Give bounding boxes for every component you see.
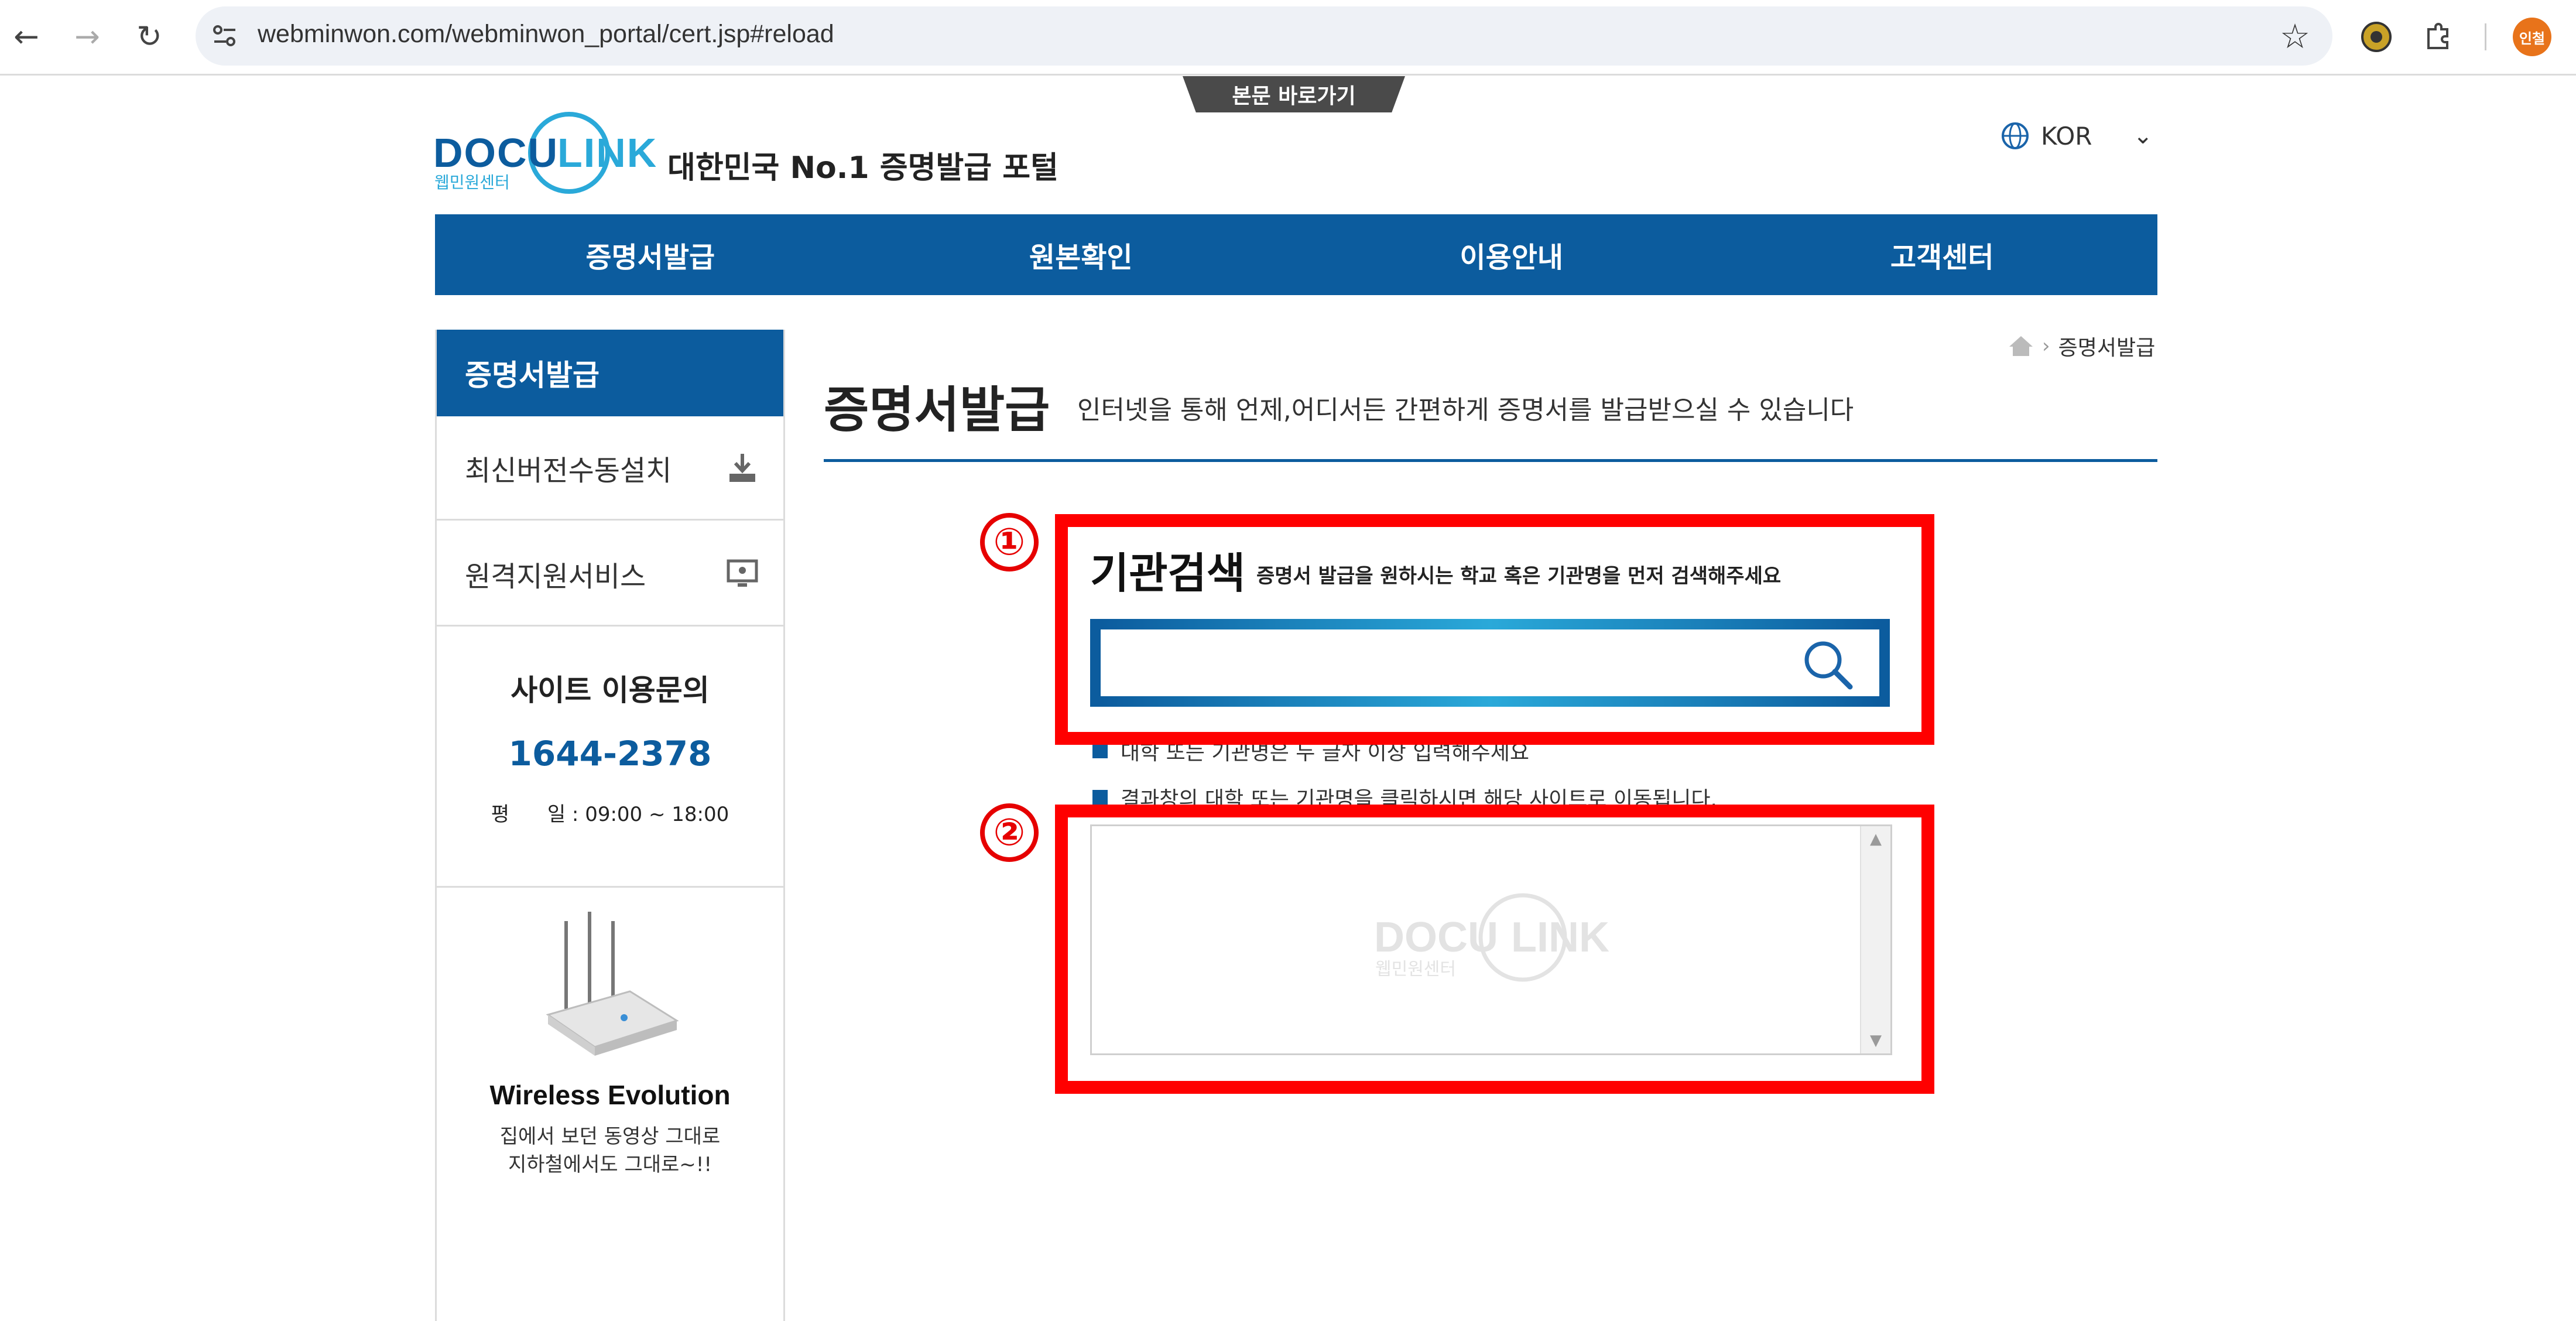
bullet-square-icon [1092, 790, 1108, 805]
page-description: 인터넷을 통해 언제,어디서든 간편하게 증명서를 발급받으실 수 있습니다 [1077, 395, 1854, 425]
search-section-title: 기관검색 [1090, 549, 1245, 598]
doculink-logo-icon: DOCU LINK 웹민원센터 [433, 112, 656, 194]
sidebar-item-label: 최신버전수동설치 [465, 454, 672, 487]
results-scrollbar[interactable]: ▲ ▼ [1860, 826, 1890, 1053]
scroll-down-icon[interactable]: ▼ [1861, 1029, 1890, 1052]
home-icon[interactable] [2008, 335, 2034, 357]
router-image-icon [546, 912, 679, 1056]
svg-text:웹민원센터: 웹민원센터 [434, 173, 510, 192]
page-title: 증명서발급 [824, 381, 1050, 439]
bullet-square-icon [1092, 743, 1108, 758]
svg-text:LINK: LINK [557, 130, 656, 176]
nav-item-customer-center[interactable]: 고객센터 [1727, 214, 2158, 295]
contact-hours: 평 일 : 09:00 ~ 18:00 [491, 803, 729, 826]
doculink-watermark-icon: DOCU LINK 웹민원센터 [1374, 893, 1609, 982]
remote-support-icon [727, 559, 758, 587]
title-divider [824, 459, 2157, 462]
site-slogan: 대한민국 No.1 증명발급 포털 [667, 150, 1059, 186]
sidebar-item-manual-install[interactable]: 최신버전수동설치 [437, 416, 783, 521]
url-text[interactable]: webminwon.com/webminwon_portal/cert.jsp#… [258, 20, 834, 49]
profile-avatar[interactable]: 인철 [2513, 18, 2551, 56]
forward-icon[interactable]: → [66, 15, 109, 59]
institution-search-input[interactable] [1112, 636, 1770, 690]
contact-phone: 1644-2378 [508, 734, 712, 774]
sidebar-item-label: 원격지원서비스 [465, 560, 646, 593]
svg-text:웹민원센터: 웹민원센터 [1375, 959, 1456, 980]
back-icon[interactable]: ← [5, 15, 48, 59]
breadcrumb-current: 증명서발급 [2058, 336, 2156, 360]
annotation-box-mask [1068, 720, 1921, 732]
reload-icon[interactable]: ↻ [128, 15, 171, 59]
svg-text:DOCU: DOCU [433, 130, 559, 176]
annotation-marker-2: ② [980, 803, 1039, 862]
site-logo[interactable]: DOCU LINK 웹민원센터 [433, 108, 656, 196]
search-section-subtitle: 증명서 발급을 원하시는 학교 혹은 기관명을 먼저 검색해주세요 [1256, 564, 1782, 588]
breadcrumb: › 증명서발급 [2008, 331, 2155, 361]
download-icon [729, 453, 755, 482]
language-label: KOR [2041, 121, 2092, 150]
chevron-down-icon: ⌄ [2133, 122, 2153, 149]
svg-text:LINK: LINK [1511, 914, 1609, 961]
scroll-up-icon[interactable]: ▲ [1861, 827, 1890, 851]
nav-item-guide[interactable]: 이용안내 [1296, 214, 1727, 295]
institution-search-box [1090, 619, 1890, 707]
annotation-marker-1: ① [980, 513, 1039, 571]
site-settings-icon[interactable] [212, 24, 238, 47]
search-icon[interactable] [1800, 636, 1856, 693]
ad-line-2: 지하철에서도 그대로~!! [508, 1153, 712, 1176]
browser-toolbar: ← → ↻ webminwon.com/webminwon_portal/cer… [0, 0, 2576, 76]
bookmark-star-icon[interactable]: ☆ [2272, 13, 2318, 60]
sidebar: 증명서발급 최신버전수동설치 원격지원서비스 사이트 이용문의 1644-237… [435, 330, 785, 1321]
wireless-ad-banner[interactable]: Wireless Evolution 집에서 보던 동영상 그대로 지하철에서도… [437, 909, 783, 1319]
extensions-puzzle-icon[interactable] [2418, 16, 2459, 57]
annotation-box-edge [1055, 732, 1934, 745]
globe-icon [2002, 122, 2029, 149]
toolbar-divider [2485, 23, 2486, 50]
ad-line-1: 집에서 보던 동영상 그대로 [499, 1125, 721, 1148]
breadcrumb-separator-icon: › [2042, 334, 2050, 358]
ad-title: Wireless Evolution [489, 1080, 731, 1110]
sidebar-title[interactable]: 증명서발급 [437, 330, 783, 416]
main-navigation: 증명서발급 원본확인 이용안내 고객센터 [435, 214, 2157, 295]
svg-text:DOCU: DOCU [1374, 914, 1498, 961]
skip-to-content-link[interactable]: 본문 바로가기 [1183, 76, 1405, 112]
contact-title: 사이트 이용문의 [511, 673, 710, 707]
nav-item-certificate[interactable]: 증명서발급 [435, 214, 866, 295]
extension-icon[interactable] [2356, 16, 2397, 57]
language-selector[interactable]: KOR ⌄ [2000, 117, 2153, 155]
search-results-list[interactable]: DOCU LINK 웹민원센터 ▲ ▼ [1090, 824, 1892, 1055]
sidebar-item-remote-support[interactable]: 원격지원서비스 [437, 522, 783, 627]
nav-item-verify-original[interactable]: 원본확인 [866, 214, 1297, 295]
contact-info: 사이트 이용문의 1644-2378 평 일 : 09:00 ~ 18:00 [437, 634, 783, 888]
